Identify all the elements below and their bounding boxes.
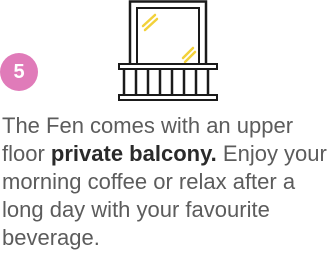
feature-card: 5 The Fen comes with an upper floor priv… (0, 0, 330, 256)
description-highlight: private balcony. (50, 141, 217, 166)
feature-description: The Fen comes with an upper floor privat… (2, 112, 328, 252)
balcony-icon (118, 0, 218, 101)
step-number-badge: 5 (0, 53, 38, 91)
